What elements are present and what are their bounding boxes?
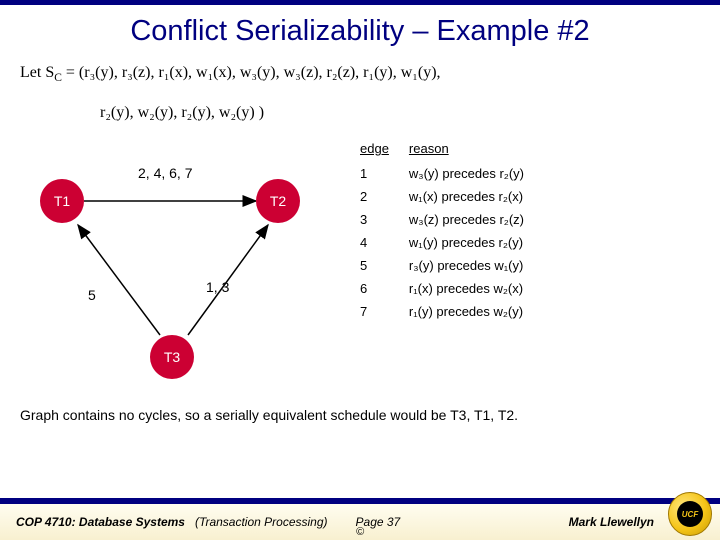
course-section: (Transaction Processing)	[195, 515, 328, 529]
university-seal-icon: UCF	[668, 492, 712, 536]
slide-footer: COP 4710: Database Systems (Transaction …	[0, 498, 720, 540]
conclusion-text: Graph contains no cycles, so a serially …	[0, 389, 720, 423]
schedule-subscript: C	[54, 72, 62, 84]
col-head-edge: edge	[360, 139, 409, 162]
seal-text: UCF	[677, 501, 703, 527]
table-row: 7	[360, 300, 409, 323]
schedule-ops-line1: = (r₃(y), r₃(z), r₁(x), w₁(x), w₃(y), w₃…	[62, 64, 441, 81]
col-head-reason: reason	[409, 139, 544, 162]
table-row: 4	[360, 231, 409, 254]
table-row: r₁(y) precedes w₂(y)	[409, 300, 544, 323]
table-row: 6	[360, 277, 409, 300]
edge-reason-table: edge reason 1w₃(y) precedes r₂(y) 2w₁(x)…	[330, 139, 700, 389]
table-row: 3	[360, 208, 409, 231]
slide: Conflict Serializability – Example #2 Le…	[0, 0, 720, 540]
schedule-prefix: Let S	[20, 64, 54, 81]
edge-label-t1-t2: 2, 4, 6, 7	[138, 165, 192, 181]
table-row: w₁(y) precedes r₂(y)	[409, 231, 544, 254]
schedule-definition: Let SC = (r₃(y), r₃(z), r₁(x), w₁(x), w₃…	[0, 54, 720, 127]
table-row: r₁(x) precedes w₂(x)	[409, 277, 544, 300]
copyright-symbol: ©	[356, 526, 364, 538]
content-row: T1 T2 T3 2, 4, 6, 7 1, 3 5 edge reason 1…	[0, 127, 720, 389]
author-name: Mark Llewellyn	[569, 515, 654, 529]
table-row: 2	[360, 185, 409, 208]
table-row: 5	[360, 254, 409, 277]
precedence-graph: T1 T2 T3 2, 4, 6, 7 1, 3 5	[20, 139, 330, 389]
table-row: 1	[360, 162, 409, 185]
node-t1: T1	[40, 179, 84, 223]
edge-label-t3-t2: 1, 3	[206, 279, 229, 295]
schedule-ops-line2: r₂(y), w₂(y), r₂(y), w₂(y) )	[20, 88, 700, 126]
slide-title: Conflict Serializability – Example #2	[0, 5, 720, 54]
table-row: w₃(y) precedes r₂(y)	[409, 162, 544, 185]
edge-label-t3-t1: 5	[88, 287, 96, 303]
node-t3: T3	[150, 335, 194, 379]
course-code: COP 4710: Database Systems	[16, 515, 185, 529]
table-row: r₃(y) precedes w₁(y)	[409, 254, 544, 277]
table-row: w₃(z) precedes r₂(z)	[409, 208, 544, 231]
table-row: w₁(x) precedes r₂(x)	[409, 185, 544, 208]
node-t2: T2	[256, 179, 300, 223]
